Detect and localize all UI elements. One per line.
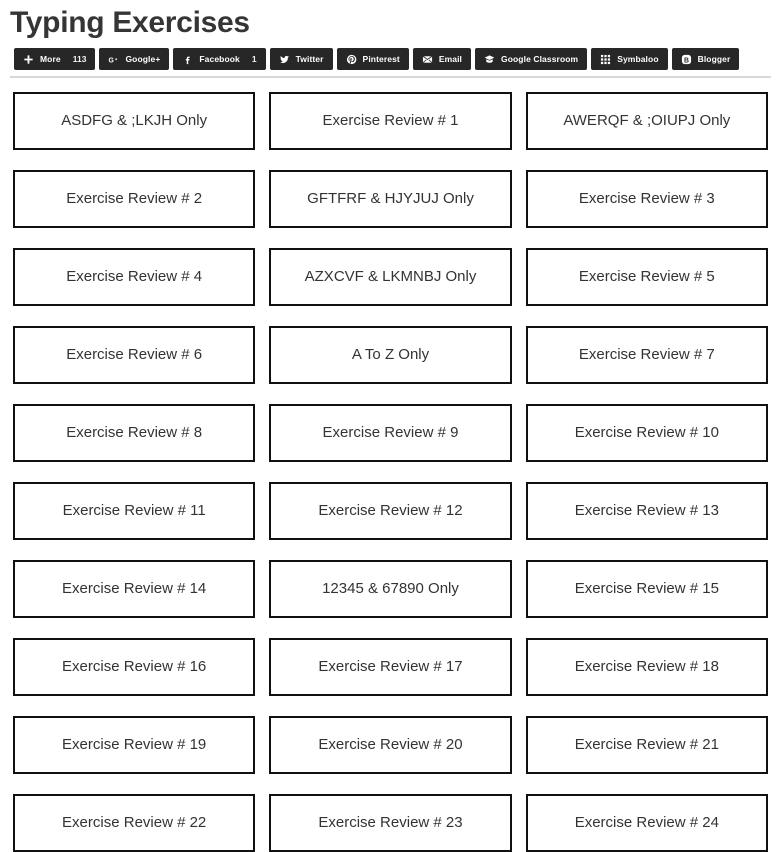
share-button-label: Blogger [697,54,731,64]
svg-text:G: G [109,57,114,64]
exercise-tile[interactable]: Exercise Review # 23 [269,794,512,852]
share-button-label: More [40,54,61,64]
share-button-email[interactable]: Email [412,48,472,70]
exercise-tile-label: Exercise Review # 16 [62,658,207,675]
share-button-more[interactable]: More 113 [14,48,96,70]
share-bar-container: More 113 G Google+ Facebook 1 Twitter Pinterest… [0,42,781,70]
page-root: Typing Exercises More 113 G Google+ Facebook… [0,0,781,852]
exercise-tile[interactable]: AWERQF & ;OIUPJ Only [525,92,768,150]
plus-icon [23,54,34,65]
exercise-tile-grid: ASDFG & ;LKJH Only Exercise Review # 1 AWE… [0,78,781,852]
exercise-tile-label: Exercise Review # 3 [578,190,715,207]
exercise-tile-label: Exercise Review # 11 [62,502,206,519]
exercise-tile[interactable]: Exercise Review # 1 [269,92,512,150]
exercise-tile-label: ASDFG & ;LKJH Only [61,112,208,129]
exercise-tile[interactable]: Exercise Review # 10 [525,404,768,462]
exercise-tile[interactable]: Exercise Review # 22 [13,794,256,852]
exercise-tile-label: Exercise Review # 4 [66,268,203,285]
exercise-tile[interactable]: Exercise Review # 16 [13,638,256,696]
exercise-tile-label: Exercise Review # 12 [318,502,463,519]
symbaloo-icon [600,54,611,65]
exercise-tile[interactable]: Exercise Review # 12 [269,482,512,540]
exercise-tile[interactable]: Exercise Review # 17 [269,638,512,696]
exercise-tile[interactable]: Exercise Review # 4 [13,248,256,306]
exercise-tile[interactable]: Exercise Review # 14 [13,560,256,618]
exercise-tile-label: Exercise Review # 23 [318,814,463,831]
exercise-tile[interactable]: Exercise Review # 2 [13,170,256,228]
share-button-google[interactable]: G Google+ [99,48,170,70]
share-button-label: Email [438,54,463,64]
share-button-label: Pinterest [362,54,400,64]
blogger-icon: B [681,54,692,65]
exercise-tile-label: Exercise Review # 13 [574,502,719,519]
exercise-tile[interactable]: Exercise Review # 21 [525,716,768,774]
google-classroom-icon [484,54,495,65]
share-button-label: Symbaloo [617,54,659,64]
share-button-twitter[interactable]: Twitter [269,48,333,70]
facebook-icon [182,54,193,65]
exercise-tile[interactable]: Exercise Review # 9 [269,404,512,462]
exercise-tile[interactable]: AZXCVF & LKMNBJ Only [269,248,512,306]
exercise-tile-label: Exercise Review # 2 [66,190,203,207]
exercise-tile[interactable]: Exercise Review # 8 [13,404,256,462]
exercise-tile[interactable]: GFTFRF & HJYJUJ Only [269,170,512,228]
pinterest-icon [346,54,357,65]
share-button-google-classroom[interactable]: Google Classroom [475,48,588,70]
exercise-tile-label: Exercise Review # 5 [578,268,715,285]
email-icon [422,54,433,65]
share-button-label: Facebook [199,54,240,64]
exercise-tile[interactable]: Exercise Review # 5 [525,248,768,306]
exercise-tile[interactable]: A To Z Only [269,326,512,384]
exercise-tile-label: Exercise Review # 1 [322,112,459,129]
exercise-tile-label: Exercise Review # 7 [578,346,715,363]
twitter-icon [279,54,290,65]
exercise-tile[interactable]: 12345 & 67890 Only [269,560,512,618]
exercise-tile[interactable]: Exercise Review # 11 [13,482,256,540]
exercise-tile-label: Exercise Review # 21 [574,736,719,753]
exercise-tile-label: Exercise Review # 10 [574,424,719,441]
svg-text:B: B [684,57,689,64]
share-button-label: Twitter [295,54,324,64]
exercise-tile[interactable]: Exercise Review # 6 [13,326,256,384]
exercise-tile[interactable]: Exercise Review # 24 [525,794,768,852]
exercise-tile-label: GFTFRF & HJYJUJ Only [307,190,474,207]
exercise-tile-label: Exercise Review # 19 [62,736,207,753]
share-button-symbaloo[interactable]: Symbaloo [591,48,668,70]
share-button-count: 1 [251,54,257,64]
google-plus-icon: G [108,54,119,65]
share-button-blogger[interactable]: B Blogger [671,48,740,70]
share-bar: More 113 G Google+ Facebook 1 Twitter Pinterest… [14,48,781,70]
share-button-pinterest[interactable]: Pinterest [336,48,409,70]
exercise-tile-label: Exercise Review # 14 [62,580,207,597]
exercise-tile-label: Exercise Review # 8 [66,424,203,441]
exercise-tile-label: Exercise Review # 18 [574,658,719,675]
exercise-tile-label: AZXCVF & LKMNBJ Only [304,268,477,285]
exercise-tile[interactable]: Exercise Review # 3 [525,170,768,228]
page-title: Typing Exercises [10,6,250,39]
exercise-tile-label: A To Z Only [351,346,430,363]
exercise-tile-label: Exercise Review # 24 [574,814,719,831]
exercise-tile-label: 12345 & 67890 Only [322,580,459,597]
share-button-facebook[interactable]: Facebook 1 [173,48,266,70]
exercise-tile-label: Exercise Review # 9 [322,424,459,441]
exercise-tile-label: Exercise Review # 22 [62,814,207,831]
exercise-tile[interactable]: Exercise Review # 15 [525,560,768,618]
exercise-tile[interactable]: Exercise Review # 7 [525,326,768,384]
exercise-tile[interactable]: Exercise Review # 20 [269,716,512,774]
exercise-tile[interactable]: Exercise Review # 18 [525,638,768,696]
share-button-count: 113 [72,54,87,64]
exercise-tile[interactable]: Exercise Review # 19 [13,716,256,774]
exercise-tile-label: AWERQF & ;OIUPJ Only [563,112,731,129]
exercise-tile-label: Exercise Review # 15 [574,580,719,597]
exercise-tile-label: Exercise Review # 20 [318,736,463,753]
exercise-tile[interactable]: Exercise Review # 13 [525,482,768,540]
share-button-label: Google Classroom [501,54,579,64]
exercise-tile-label: Exercise Review # 17 [318,658,463,675]
exercise-tile[interactable]: ASDFG & ;LKJH Only [13,92,256,150]
share-button-label: Google+ [125,54,161,64]
exercise-tile-label: Exercise Review # 6 [66,346,203,363]
